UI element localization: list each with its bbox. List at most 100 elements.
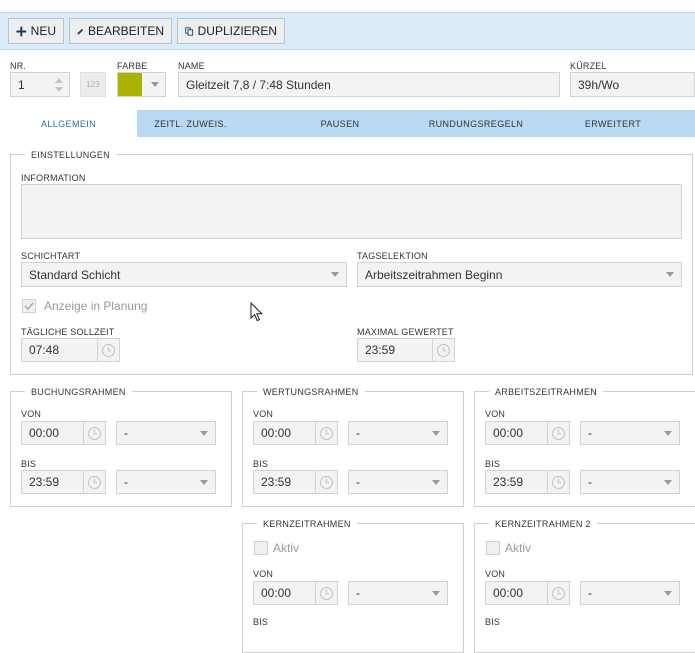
working-frame-title: ARBEITSZEITRAHMEN (489, 387, 604, 397)
booking-from-label: VON (21, 409, 42, 419)
rating-to-input[interactable]: 23:59 (253, 470, 338, 494)
shift-type-value: Standard Schicht (29, 267, 121, 282)
show-in-planning-checkbox[interactable] (22, 299, 36, 313)
color-picker[interactable] (117, 72, 166, 97)
booking-to-input[interactable]: 23:59 (21, 470, 106, 494)
chevron-down-icon (432, 591, 440, 596)
day-selection-select[interactable]: Arbeitszeitrahmen Beginn (357, 262, 682, 287)
working-from-label: VON (485, 409, 506, 419)
chevron-down-icon (331, 272, 339, 277)
core-from-select-value: - (356, 586, 360, 600)
clock-icon[interactable] (83, 470, 106, 494)
core-from-label: VON (253, 569, 274, 579)
clock-icon[interactable] (97, 338, 120, 362)
settings-title: EINSTELLUNGEN (25, 150, 116, 160)
working-from-select[interactable]: - (580, 421, 680, 445)
core-from-input[interactable]: 00:00 (253, 581, 338, 605)
new-button[interactable]: NEU (8, 18, 64, 44)
core2-from-select[interactable]: - (580, 581, 680, 605)
copy-icon (185, 26, 194, 36)
core-active-label: Aktiv (273, 541, 300, 555)
chevron-down-icon (664, 480, 672, 485)
booking-to-select-value: - (124, 475, 128, 489)
core2-from-label: VON (485, 569, 506, 579)
daily-target-value: 07:48 (21, 338, 97, 362)
clock-icon[interactable] (315, 421, 338, 445)
edit-button[interactable]: BEARBEITEN (69, 18, 172, 44)
nr-input[interactable]: 1 (10, 72, 70, 97)
working-to-label: BIS (485, 459, 501, 469)
rating-to-select-value: - (356, 475, 360, 489)
working-from-input[interactable]: 00:00 (485, 421, 570, 445)
tab-zeitl-zuweis[interactable]: ZEITL. ZUWEIS. (137, 110, 244, 137)
core2-frame-title: KERNZEITRAHMEN 2 (489, 519, 597, 529)
core2-from-value: 00:00 (485, 581, 547, 605)
booking-to-select[interactable]: - (116, 470, 216, 494)
core2-active-label: Aktiv (505, 541, 532, 555)
core-active-checkbox[interactable] (254, 541, 268, 555)
clock-icon[interactable] (315, 470, 338, 494)
working-from-value: 00:00 (485, 421, 547, 445)
tab-pausen[interactable]: PAUSEN (296, 110, 384, 137)
max-rated-input[interactable]: 23:59 (357, 338, 455, 362)
clock-icon[interactable] (547, 470, 570, 494)
clock-icon[interactable] (547, 421, 570, 445)
working-to-input[interactable]: 23:59 (485, 470, 570, 494)
rating-from-value: 00:00 (253, 421, 315, 445)
pencil-icon (77, 28, 84, 34)
name-input[interactable]: Gleitzeit 7,8 / 7:48 Stunden (178, 72, 560, 97)
short-label: KÜRZEL (570, 61, 607, 71)
day-selection-value: Arbeitszeitrahmen Beginn (365, 267, 503, 282)
clock-icon[interactable] (315, 581, 338, 605)
shift-type-label: SCHICHTART (21, 251, 81, 261)
core-from-select[interactable]: - (348, 581, 448, 605)
show-in-planning-label: Anzeige in Planung (44, 299, 148, 313)
booking-to-value: 23:59 (21, 470, 83, 494)
tab-allgemein[interactable]: ALLGEMEIN (0, 110, 137, 137)
working-to-value: 23:59 (485, 470, 547, 494)
tab-erweitert[interactable]: ERWEITERT (568, 110, 658, 137)
rating-to-select[interactable]: - (348, 470, 448, 494)
rating-to-label: BIS (253, 459, 269, 469)
new-button-label: NEU (30, 24, 56, 38)
working-from-select-value: - (588, 426, 592, 440)
chevron-down-icon (664, 591, 672, 596)
information-textarea[interactable] (21, 184, 682, 239)
check-icon (24, 302, 34, 311)
daily-target-input[interactable]: 07:48 (21, 338, 120, 362)
max-rated-value: 23:59 (357, 338, 432, 362)
name-label: NAME (178, 61, 205, 71)
information-label: INFORMATION (21, 173, 86, 183)
rating-to-value: 23:59 (253, 470, 315, 494)
booking-from-select-value: - (124, 426, 128, 440)
clock-icon[interactable] (83, 421, 106, 445)
clock-icon[interactable] (432, 338, 455, 362)
arrow-cursor-icon (250, 302, 264, 322)
core2-active-checkbox[interactable] (486, 541, 500, 555)
color-swatch (118, 73, 142, 96)
booking-from-input[interactable]: 00:00 (21, 421, 106, 445)
day-selection-label: TAGSELEKTION (357, 251, 428, 261)
clock-icon[interactable] (547, 581, 570, 605)
chevron-down-icon (200, 431, 208, 436)
working-to-select-value: - (588, 475, 592, 489)
duplicate-button-label: DUPLIZIEREN (197, 24, 277, 38)
tab-bar: ALLGEMEIN ZEITL. ZUWEIS. PAUSEN RUNDUNGS… (0, 110, 695, 137)
shift-type-select[interactable]: Standard Schicht (21, 262, 347, 287)
rating-from-input[interactable]: 00:00 (253, 421, 338, 445)
working-to-select[interactable]: - (580, 470, 680, 494)
core2-from-select-value: - (588, 586, 592, 600)
duplicate-button[interactable]: DUPLIZIEREN (177, 18, 285, 44)
plus-icon (16, 26, 27, 36)
rating-frame-title: WERTUNGSRAHMEN (257, 387, 365, 397)
booking-from-select[interactable]: - (116, 421, 216, 445)
tab-rundungsregeln[interactable]: RUNDUNGSREGELN (420, 110, 532, 137)
spinner-arrows-icon[interactable] (55, 77, 63, 93)
nr-label: NR. (10, 61, 27, 71)
core2-from-input[interactable]: 00:00 (485, 581, 570, 605)
chevron-down-icon (151, 82, 159, 87)
edit-button-label: BEARBEITEN (87, 24, 164, 38)
rating-from-select[interactable]: - (348, 421, 448, 445)
core-to-label: BIS (253, 617, 269, 627)
short-input[interactable]: 39h/Wo (570, 72, 695, 97)
